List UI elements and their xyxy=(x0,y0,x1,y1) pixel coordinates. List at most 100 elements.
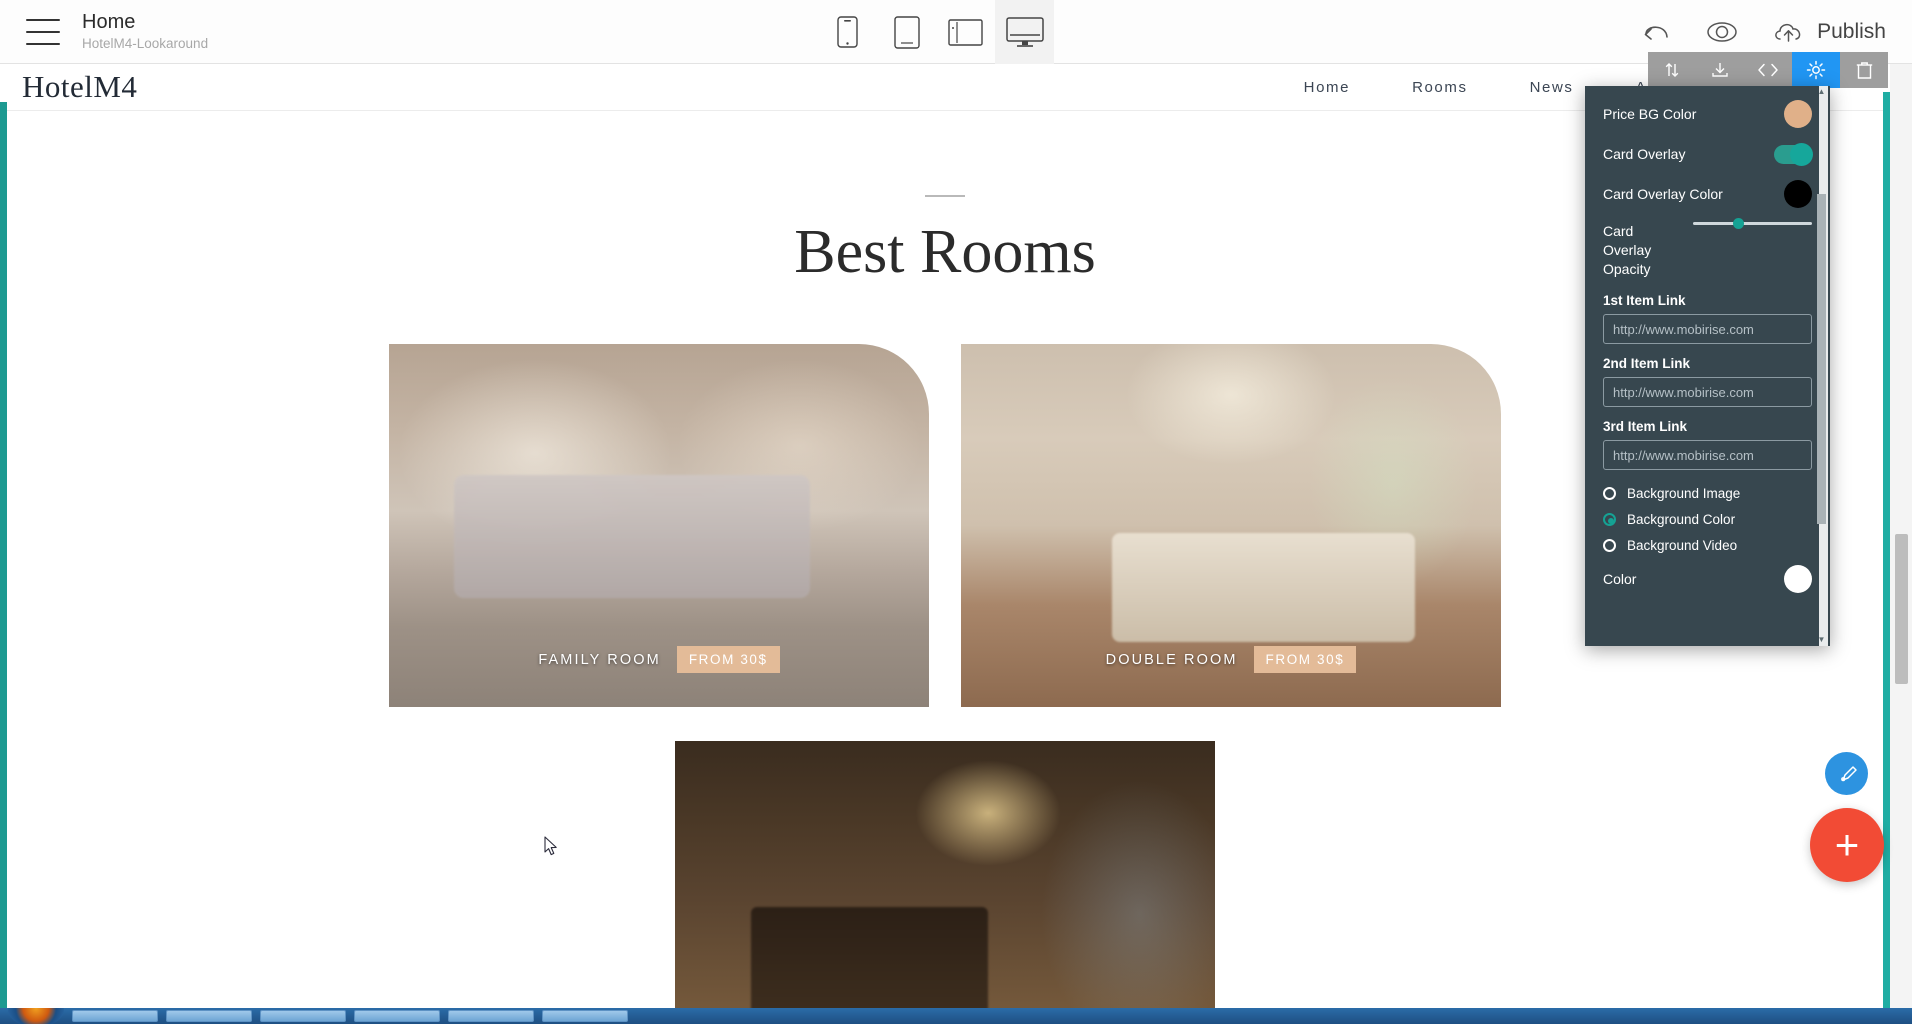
background-color-swatch[interactable] xyxy=(1784,565,1812,593)
radio-selected-icon xyxy=(1603,513,1616,526)
room-name: FAMILY ROOM xyxy=(538,651,661,668)
publish-label: Publish xyxy=(1817,20,1886,43)
third-item-link-input[interactable] xyxy=(1603,440,1812,470)
taskbar-item[interactable] xyxy=(260,1010,346,1022)
card-overlay-label: Card Overlay xyxy=(1603,145,1686,162)
canvas-scrollbar-thumb[interactable] xyxy=(1895,534,1908,684)
undo-button[interactable] xyxy=(1642,20,1672,44)
title-divider xyxy=(925,195,965,197)
second-item-link-label: 2nd Item Link xyxy=(1603,356,1691,371)
device-button-mobile[interactable] xyxy=(818,0,877,64)
site-menu-item-news[interactable]: News xyxy=(1530,79,1574,96)
room-card-caption: FAMILY ROOM FROM 30$ xyxy=(389,646,929,673)
start-button[interactable] xyxy=(8,1008,64,1024)
radio-icon xyxy=(1603,539,1616,552)
taskbar-item[interactable] xyxy=(166,1010,252,1022)
plus-icon: + xyxy=(1834,821,1860,868)
panel-scrollbar-track[interactable]: ▲ ▼ xyxy=(1817,86,1828,646)
room-photo-luxury xyxy=(675,741,1215,1024)
color-row: Color xyxy=(1603,559,1812,599)
room-card-luxury[interactable]: LUXURY ROOM FROM 110$ xyxy=(675,741,1215,1024)
tablet-icon xyxy=(893,15,920,49)
move-block-button[interactable] xyxy=(1648,52,1696,88)
taskbar-item[interactable] xyxy=(354,1010,440,1022)
block-selection-edge-right xyxy=(1883,92,1890,1024)
block-parameters-panel: Price BG Color Card Overlay Card Overlay… xyxy=(1585,86,1830,646)
site-styles-button[interactable] xyxy=(1825,752,1868,795)
canvas-scrollbar-track[interactable] xyxy=(1890,64,1912,1024)
add-block-button[interactable]: + xyxy=(1810,808,1884,882)
slider-track[interactable] xyxy=(1693,218,1812,229)
card-overlay-opacity-slider[interactable] xyxy=(1693,218,1812,229)
mobile-icon xyxy=(837,16,858,48)
pen-icon xyxy=(1840,765,1857,781)
card-overlay-opacity-row: Card Overlay Opacity xyxy=(1603,214,1812,281)
tablet-landscape-icon xyxy=(948,18,983,46)
cloud-upload-icon xyxy=(1775,23,1801,42)
block-parameters-button[interactable] xyxy=(1792,52,1840,88)
site-brand[interactable]: HotelM4 xyxy=(22,69,137,105)
site-menu-item-rooms[interactable]: Rooms xyxy=(1412,79,1468,96)
card-overlay-row: Card Overlay xyxy=(1603,134,1813,174)
site-menu-item-home[interactable]: Home xyxy=(1304,79,1350,96)
panel-scroll-down-icon[interactable]: ▼ xyxy=(1817,634,1826,646)
room-name: DOUBLE ROOM xyxy=(1105,651,1238,668)
block-toolbar xyxy=(1648,52,1888,88)
hamburger-line xyxy=(26,18,60,21)
hamburger-icon[interactable] xyxy=(26,18,60,45)
taskbar-item[interactable] xyxy=(448,1010,534,1022)
third-item-link-group: 3rd Item Link xyxy=(1603,419,1812,470)
radio-icon xyxy=(1603,487,1616,500)
price-bg-color-swatch[interactable] xyxy=(1784,100,1812,128)
second-item-link-group: 2nd Item Link xyxy=(1603,356,1812,407)
hamburger-line xyxy=(26,42,60,45)
preview-button[interactable] xyxy=(1706,20,1738,44)
mobirise-builder-window: Home HotelM4-Lookaround Publish HotelM4 … xyxy=(0,0,1912,1024)
download-icon xyxy=(1712,63,1728,77)
taskbar-item[interactable] xyxy=(542,1010,628,1022)
panel-scroll-up-icon[interactable]: ▲ xyxy=(1817,86,1826,98)
room-card-family[interactable]: FAMILY ROOM FROM 30$ xyxy=(389,344,929,707)
delete-block-button[interactable] xyxy=(1840,52,1888,88)
trash-icon xyxy=(1856,61,1872,79)
panel-scrollbar-thumb[interactable] xyxy=(1817,194,1826,524)
second-item-link-input[interactable] xyxy=(1603,377,1812,407)
hamburger-line xyxy=(26,30,60,33)
card-overlay-toggle[interactable] xyxy=(1774,142,1813,166)
price-badge: FROM 30$ xyxy=(676,646,780,673)
device-button-tablet[interactable] xyxy=(877,0,936,64)
download-block-button[interactable] xyxy=(1696,52,1744,88)
code-editor-button[interactable] xyxy=(1744,52,1792,88)
price-bg-color-row: Price BG Color xyxy=(1603,94,1812,134)
windows-taskbar xyxy=(0,1008,1912,1024)
taskbar-item[interactable] xyxy=(72,1010,158,1022)
first-item-link-label: 1st Item Link xyxy=(1603,293,1686,308)
page-subtitle: HotelM4-Lookaround xyxy=(82,36,209,51)
page-title: Home xyxy=(82,11,136,33)
first-item-link-input[interactable] xyxy=(1603,314,1812,344)
cursor-arrow-icon xyxy=(544,836,557,856)
gear-icon xyxy=(1806,60,1826,80)
room-card-double[interactable]: DOUBLE ROOM FROM 30$ xyxy=(961,344,1501,707)
device-button-desktop[interactable] xyxy=(995,0,1054,64)
block-selection-edge-left xyxy=(0,102,7,1024)
background-video-label: Background Video xyxy=(1627,538,1738,553)
card-overlay-opacity-label: Card Overlay Opacity xyxy=(1603,223,1652,277)
card-overlay-color-swatch[interactable] xyxy=(1784,180,1812,208)
background-video-option[interactable]: Background Video xyxy=(1603,538,1812,553)
panel-content: Price BG Color Card Overlay Card Overlay… xyxy=(1603,86,1813,599)
undo-icon xyxy=(1644,26,1668,40)
price-bg-color-label: Price BG Color xyxy=(1603,105,1697,122)
top-toolbar: Home HotelM4-Lookaround Publish xyxy=(0,0,1912,64)
page-title-group: Home HotelM4-Lookaround xyxy=(82,11,208,52)
slider-knob[interactable] xyxy=(1733,218,1745,229)
background-color-option[interactable]: Background Color xyxy=(1603,512,1812,527)
mouse-cursor xyxy=(544,836,560,863)
publish-button[interactable]: Publish xyxy=(1772,19,1886,45)
background-image-label: Background Image xyxy=(1627,486,1741,501)
device-preview-switcher xyxy=(818,0,1054,64)
card-overlay-color-label: Card Overlay Color xyxy=(1603,185,1723,202)
price-badge: FROM 30$ xyxy=(1253,646,1357,673)
device-button-tablet-landscape[interactable] xyxy=(936,0,995,64)
background-image-option[interactable]: Background Image xyxy=(1603,486,1812,501)
